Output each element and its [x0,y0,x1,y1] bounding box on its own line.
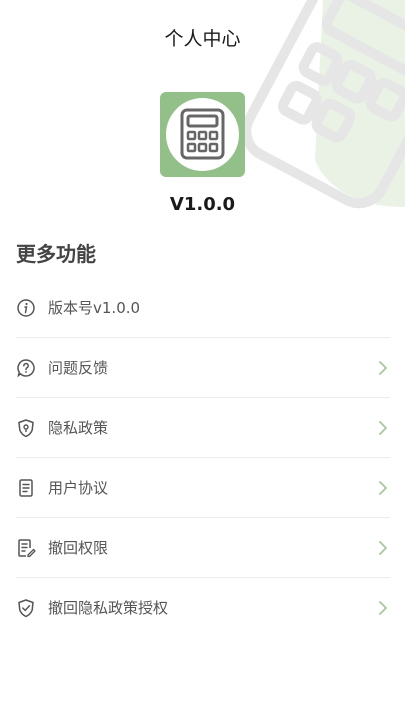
menu-item-label: 撤回隐私政策授权 [48,599,169,617]
document-icon [19,478,33,497]
menu-item-revoke-permissions[interactable]: 撤回权限 [16,518,390,578]
page-title: 个人中心 [164,28,241,50]
menu-item-label: 问题反馈 [48,359,109,377]
chevron-right-icon [379,540,387,555]
menu-item-label: 撤回权限 [48,539,109,557]
menu-item-label: 用户协议 [48,479,109,497]
chevron-right-icon [379,600,387,615]
chevron-right-icon [379,480,387,495]
menu-item-privacy-policy[interactable]: 隐私政策 [16,398,390,458]
document-edit-icon [18,538,36,557]
question-bubble-icon [17,358,35,377]
menu-item-feedback[interactable]: 问题反馈 [16,338,390,398]
menu-item-user-agreement[interactable]: 用户协议 [16,458,390,518]
settings-menu: 版本号v1.0.0 问题反馈 隐私政策 用户协议 撤回权限 撤回隐私政策授权 [16,278,390,637]
app-logo [160,92,245,177]
menu-item-version: 版本号v1.0.0 [16,278,390,338]
chevron-right-icon [379,360,387,375]
app-version: V1.0.0 [169,194,236,215]
section-title: 更多功能 [16,242,96,266]
shield-check-icon [18,598,34,617]
info-icon [17,298,35,317]
menu-item-label: 版本号v1.0.0 [48,299,141,317]
menu-item-label: 隐私政策 [48,419,109,437]
menu-item-revoke-privacy-consent[interactable]: 撤回隐私政策授权 [16,578,390,637]
calculator-icon [180,108,225,160]
shield-lock-icon [18,418,34,437]
chevron-right-icon [379,420,387,435]
